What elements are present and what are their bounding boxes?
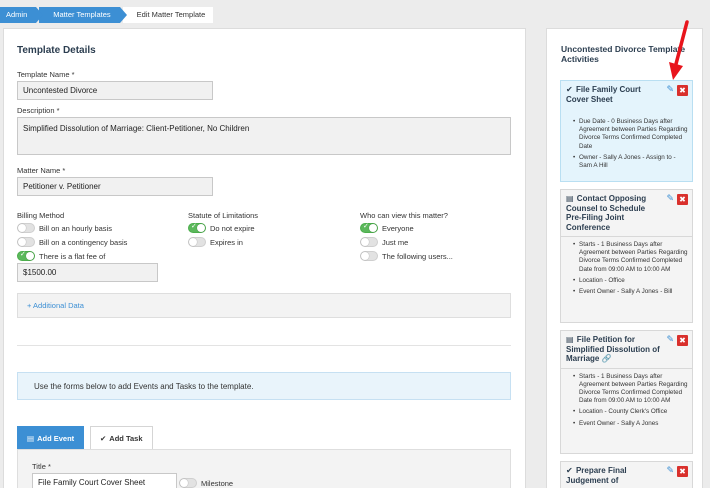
toggle-switch[interactable] bbox=[179, 478, 197, 488]
visibility-following-users-label: The following users... bbox=[382, 251, 453, 261]
visibility-label: Who can view this matter? bbox=[360, 211, 448, 220]
billing-hourly-label: Bill on an hourly basis bbox=[39, 223, 112, 233]
activity-title: ▤ Contact Opposing Counsel to Schedule P… bbox=[566, 194, 662, 232]
template-activities-sidebar: Uncontested Divorce Template Activities … bbox=[546, 28, 703, 488]
statute-label: Statute of Limitations bbox=[188, 211, 259, 220]
task-title-input[interactable]: File Family Court Cover Sheet bbox=[32, 473, 177, 488]
template-details-panel: Template Details Template Name * Unconte… bbox=[3, 28, 526, 488]
activity-detail: Event Owner - Sally A Jones - Bill bbox=[573, 288, 688, 296]
activity-title: ✔ File Family Court Cover Sheet bbox=[566, 85, 662, 104]
calendar-icon: ▤ bbox=[27, 433, 35, 443]
matter-name-input[interactable]: Petitioner v. Petitioner bbox=[17, 177, 213, 196]
task-form-panel: Title * File Family Court Cover Sheet Mi… bbox=[17, 449, 511, 488]
description-textarea[interactable]: Simplified Dissolution of Marriage: Clie… bbox=[17, 117, 511, 155]
toggle-switch[interactable] bbox=[188, 222, 206, 233]
tab-add-event[interactable]: ▤ Add Event bbox=[17, 426, 85, 450]
check-icon: ✔ bbox=[566, 466, 573, 475]
check-icon: ✔ bbox=[566, 85, 573, 94]
delete-icon[interactable]: ✖ bbox=[677, 466, 688, 477]
billing-flat-fee-option[interactable]: There is a flat fee of bbox=[17, 250, 106, 261]
activity-detail: Due Date - 0 Business Days after Agreeme… bbox=[573, 118, 688, 151]
activity-detail: Starts - 1 Business Days after Agreement… bbox=[573, 373, 688, 406]
visibility-just-me-option[interactable]: Just me bbox=[360, 237, 408, 247]
statute-no-expire-label: Do not expire bbox=[210, 223, 255, 233]
toggle-switch[interactable] bbox=[188, 237, 206, 247]
activity-title-text: File Family Court Cover Sheet bbox=[566, 85, 641, 104]
statute-expires-option[interactable]: Expires in bbox=[188, 237, 243, 247]
breadcrumb-admin[interactable]: Admin bbox=[0, 7, 44, 23]
tab-add-task-label: Add Task bbox=[109, 433, 143, 443]
activity-detail: Starts - 1 Business Days after Agreement… bbox=[573, 241, 688, 274]
activity-detail: Location - County Clerk's Office bbox=[573, 408, 688, 416]
edit-icon[interactable]: ✎ bbox=[666, 85, 674, 104]
template-name-input[interactable]: Uncontested Divorce bbox=[17, 81, 213, 100]
activity-card[interactable]: ▤ File Petition for Simplified Dissoluti… bbox=[560, 330, 693, 454]
visibility-everyone-option[interactable]: Everyone bbox=[360, 222, 414, 233]
activity-detail: Location - Office bbox=[573, 277, 688, 285]
activity-card[interactable]: ✔ File Family Court Cover Sheet ✎ ✖ Due … bbox=[560, 80, 693, 182]
delete-icon[interactable]: ✖ bbox=[677, 335, 688, 346]
billing-method-label: Billing Method bbox=[17, 211, 65, 220]
toggle-switch[interactable] bbox=[17, 237, 35, 247]
breadcrumb: Admin Matter Templates Edit Matter Templ… bbox=[0, 7, 214, 23]
tab-add-task[interactable]: ✔ Add Task bbox=[90, 426, 153, 450]
toggle-switch[interactable] bbox=[360, 237, 378, 247]
calendar-icon: ▤ bbox=[566, 194, 574, 203]
activity-card[interactable]: ▤ Contact Opposing Counsel to Schedule P… bbox=[560, 189, 693, 323]
delete-icon[interactable]: ✖ bbox=[677, 85, 688, 96]
edit-icon[interactable]: ✎ bbox=[666, 194, 674, 232]
task-title-label: Title * bbox=[32, 462, 51, 471]
tab-add-event-label: Add Event bbox=[37, 433, 75, 443]
milestone-option[interactable]: Milestone bbox=[179, 478, 233, 488]
activity-card[interactable]: ✔ Prepare Final Judgement of ✎ ✖ bbox=[560, 461, 693, 488]
additional-data-toggle[interactable]: + Additional Data bbox=[17, 293, 511, 318]
divider bbox=[17, 345, 511, 346]
activity-detail: Event Owner - Sally A Jones bbox=[573, 420, 688, 428]
billing-contingency-option[interactable]: Bill on a contingency basis bbox=[17, 237, 127, 247]
activity-title-text: Prepare Final Judgement of bbox=[566, 466, 627, 485]
visibility-following-users-option[interactable]: The following users... bbox=[360, 251, 453, 261]
template-name-label: Template Name * bbox=[17, 70, 75, 79]
description-label: Description * bbox=[17, 106, 60, 115]
billing-contingency-label: Bill on a contingency basis bbox=[39, 237, 128, 247]
activity-detail: Owner - Sally A Jones - Assign to - Sam … bbox=[573, 154, 688, 170]
check-icon: ✔ bbox=[100, 433, 107, 443]
toggle-switch[interactable] bbox=[360, 222, 378, 233]
calendar-icon: ▤ bbox=[566, 335, 574, 344]
activity-title-text: Contact Opposing Counsel to Schedule Pre… bbox=[566, 194, 647, 232]
delete-icon[interactable]: ✖ bbox=[677, 194, 688, 205]
toggle-switch[interactable] bbox=[17, 250, 35, 261]
sidebar-title: Uncontested Divorce Template Activities bbox=[561, 44, 686, 64]
billing-flat-fee-label: There is a flat fee of bbox=[39, 251, 106, 261]
activity-title-text: File Petition for Simplified Dissolution… bbox=[566, 335, 660, 363]
statute-no-expire-option[interactable]: Do not expire bbox=[188, 222, 255, 233]
breadcrumb-current: Edit Matter Template bbox=[122, 7, 214, 23]
link-icon[interactable]: 🔗 bbox=[602, 354, 612, 363]
toggle-switch[interactable] bbox=[360, 251, 378, 261]
visibility-everyone-label: Everyone bbox=[382, 223, 414, 233]
activity-title: ▤ File Petition for Simplified Dissoluti… bbox=[566, 335, 662, 364]
billing-hourly-option[interactable]: Bill on an hourly basis bbox=[17, 223, 112, 233]
activity-title: ✔ Prepare Final Judgement of bbox=[566, 466, 662, 485]
page-title: Template Details bbox=[17, 45, 96, 56]
statute-expires-label: Expires in bbox=[210, 237, 243, 247]
matter-name-label: Matter Name * bbox=[17, 166, 66, 175]
edit-icon[interactable]: ✎ bbox=[666, 466, 674, 485]
toggle-switch[interactable] bbox=[17, 223, 35, 233]
edit-icon[interactable]: ✎ bbox=[666, 335, 674, 364]
flat-fee-input[interactable]: $1500.00 bbox=[17, 263, 158, 282]
milestone-label: Milestone bbox=[201, 478, 234, 488]
visibility-just-me-label: Just me bbox=[382, 237, 409, 247]
info-banner: Use the forms below to add Events and Ta… bbox=[17, 372, 511, 400]
breadcrumb-matter-templates[interactable]: Matter Templates bbox=[39, 7, 128, 23]
